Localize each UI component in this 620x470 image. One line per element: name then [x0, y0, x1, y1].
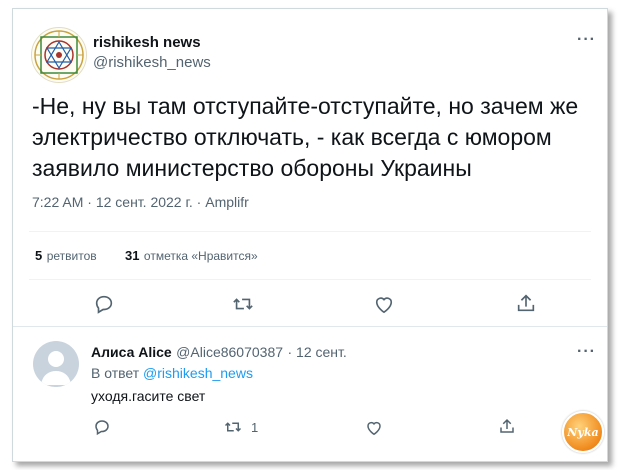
in-reply-to: В ответ @rishikesh_news: [91, 365, 253, 381]
reply-header: Алиса Alice @Alice86070387 · 12 сент.: [91, 344, 347, 362]
yantra-logo-icon: [34, 30, 84, 80]
meta-separator: ·: [87, 194, 96, 210]
reply-icon[interactable]: [93, 293, 115, 315]
retweet-icon[interactable]: [231, 293, 255, 315]
meta-separator: ·: [287, 344, 297, 360]
meta-separator: ·: [196, 194, 206, 210]
section-divider: [13, 326, 607, 327]
retweets-label: ретвитов: [46, 249, 97, 263]
author-avatar[interactable]: [31, 27, 87, 83]
tweet-date[interactable]: 12 сент. 2022 г.: [96, 194, 193, 210]
divider: [29, 279, 591, 280]
default-avatar-icon: [41, 351, 71, 385]
in-reply-handle-link[interactable]: @rishikesh_news: [143, 365, 253, 381]
reply-like-icon[interactable]: [365, 419, 383, 436]
retweets-stat[interactable]: 5 ретвитов: [35, 247, 97, 265]
in-reply-prefix: В ответ: [91, 365, 140, 381]
reply-share-icon[interactable]: [498, 417, 516, 435]
tweet-screenshot-frame: rishikesh news @rishikesh_news ··· -Не, …: [12, 8, 608, 462]
retweets-count: 5: [35, 248, 43, 263]
reply-author-avatar[interactable]: [33, 341, 79, 387]
reply-retweet-button[interactable]: 1: [223, 418, 258, 436]
like-icon[interactable]: [373, 294, 395, 314]
tweet-time[interactable]: 7:22 AM: [32, 194, 83, 210]
divider: [29, 231, 591, 232]
author-name[interactable]: rishikesh news: [93, 34, 201, 51]
more-options-button[interactable]: ···: [577, 31, 596, 49]
tweet-source[interactable]: Amplifr: [205, 194, 249, 210]
watermark-logo: Nуka: [562, 411, 604, 453]
reply-more-options-button[interactable]: ···: [577, 343, 596, 361]
reply-author-handle[interactable]: @Alice86070387: [176, 344, 283, 360]
likes-count: 31: [125, 248, 140, 263]
reply-retweet-count: 1: [251, 419, 259, 435]
retweet-icon: [223, 418, 243, 436]
reply-reply-icon[interactable]: [93, 418, 111, 436]
tweet-text: -Не, ну вы там отступайте-отступайте, но…: [32, 93, 579, 181]
tweet-meta: 7:22 AM · 12 сент. 2022 г. · Amplifr: [32, 194, 249, 210]
reply-text: уходя.гасите свет: [91, 388, 206, 404]
likes-label: отметка «Нравится»: [143, 249, 258, 263]
share-icon[interactable]: [515, 292, 537, 314]
reply-author-name[interactable]: Алиса Alice: [91, 344, 172, 360]
author-handle[interactable]: @rishikesh_news: [93, 54, 211, 71]
reply-date[interactable]: 12 сент.: [296, 344, 347, 360]
likes-stat[interactable]: 31 отметка «Нравится»: [125, 247, 258, 265]
